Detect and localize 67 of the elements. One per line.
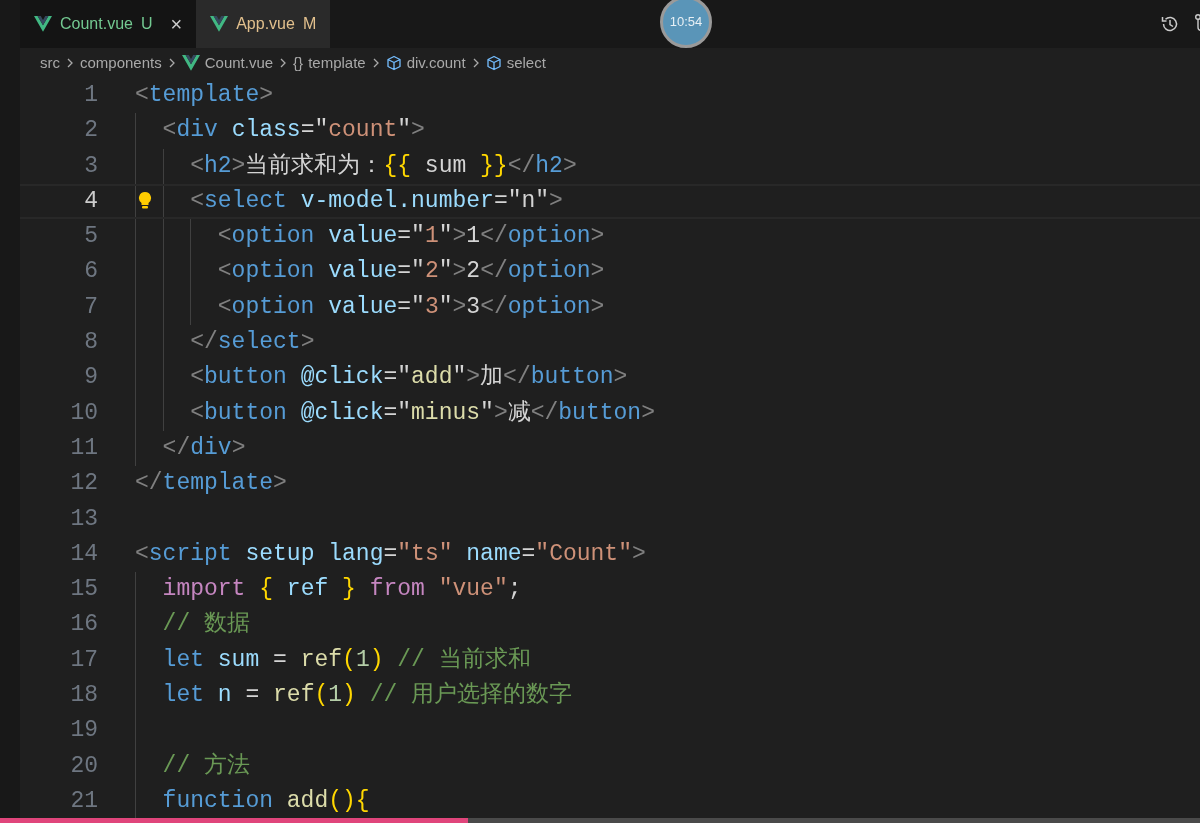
line-number: 4 [83, 186, 98, 216]
breadcrumb-item[interactable]: div.count [406, 51, 466, 75]
line-number: 14 [69, 539, 98, 569]
line-number: 15 [69, 575, 98, 605]
line-number: 5 [83, 222, 98, 252]
line-number: 17 [69, 645, 98, 675]
code-line: let sum = ref(1) // 当前求和 [162, 645, 531, 675]
vue-icon [210, 16, 229, 32]
code-line: <button @click="minus">减</button> [190, 398, 655, 428]
line-number: 2 [83, 116, 98, 146]
line-number: 6 [83, 257, 98, 287]
chevron-icon [66, 58, 74, 68]
breadcrumb-item[interactable]: template [308, 51, 366, 75]
breadcrumb-item[interactable]: components [80, 51, 162, 75]
git-status: U [140, 14, 153, 34]
code-line: import { ref } from "vue"; [162, 575, 522, 605]
code-line: <option value="1">1</option> [217, 222, 605, 252]
line-number: 11 [69, 433, 98, 463]
code-line: <option value="3">3</option> [217, 292, 605, 322]
line-number: 10 [69, 398, 98, 428]
code-line: </div> [162, 433, 246, 463]
git-status: M [302, 14, 317, 34]
cube-icon [485, 55, 502, 71]
chevron-icon [371, 58, 380, 68]
history-icon[interactable] [1160, 14, 1180, 34]
vue-icon [181, 55, 200, 71]
chevron-icon [279, 58, 288, 68]
tab-label: App.vue [236, 14, 295, 34]
line-number: 1 [83, 81, 98, 110]
breadcrumb-item[interactable]: Count.vue [204, 51, 274, 75]
code-line: <template> [135, 81, 274, 110]
code-line: <div class="count"> [162, 116, 425, 146]
braces-icon: {} [293, 51, 304, 75]
line-number: 13 [69, 504, 98, 534]
code-line: </select> [190, 328, 315, 358]
code-line: // 数据 [162, 610, 250, 640]
lightbulb-icon[interactable] [138, 190, 152, 211]
code-line: function add(){ [162, 786, 370, 816]
code-line: <option value="2">2</option> [217, 257, 605, 287]
line-number: 19 [69, 716, 98, 746]
code-line: let n = ref(1) // 用户选择的数字 [162, 680, 573, 711]
line-number: 9 [83, 363, 98, 393]
line-number: 12 [69, 469, 98, 499]
code-line: <button @click="add">加</button> [190, 363, 628, 393]
vue-icon [34, 16, 52, 32]
line-number: 8 [83, 328, 98, 358]
code-line: <h2>当前求和为：{{ sum }}</h2> [190, 151, 577, 181]
close-icon[interactable]: × [170, 14, 183, 34]
editor-tab[interactable]: App.vue M [196, 0, 331, 48]
tab-label: Count.vue [60, 14, 133, 34]
code-line: <select v-model.number="n"> [190, 186, 563, 216]
chevron-icon [471, 58, 480, 68]
editor-tab[interactable]: Count.vue U × [20, 0, 197, 48]
breadcrumb-item[interactable]: src [40, 51, 60, 75]
line-number: 18 [69, 681, 98, 711]
chevron-icon [167, 58, 176, 68]
code-line: // 方法 [162, 751, 250, 781]
line-number: 16 [69, 610, 98, 640]
line-number: 21 [69, 786, 98, 816]
code-line: <script setup lang="ts" name="Count"> [135, 539, 646, 569]
line-number: 3 [83, 151, 98, 181]
code-line: </template> [135, 469, 287, 499]
timer-badge: 10:54 [660, 0, 712, 48]
line-number: 7 [83, 292, 98, 322]
line-number: 20 [69, 751, 98, 781]
cube-icon [385, 55, 402, 71]
breadcrumb-item[interactable]: select [506, 51, 546, 75]
